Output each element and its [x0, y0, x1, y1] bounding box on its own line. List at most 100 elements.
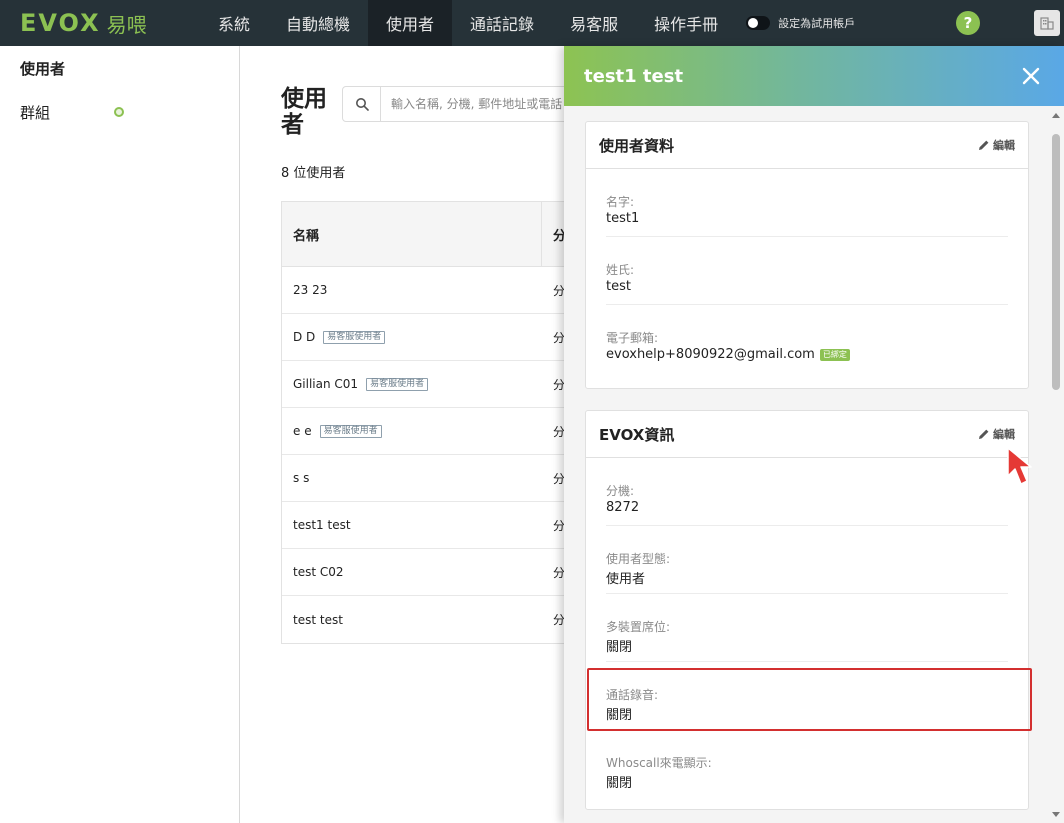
field-value-text: test	[606, 279, 631, 294]
table-row[interactable]: test1 test 分	[282, 502, 580, 549]
panel-body: 使用者資料 編輯 名字: test1 姓氏: test 電子郵箱: evoxhe…	[564, 106, 1048, 823]
field-user-type: 使用者型態: 使用者	[606, 526, 1008, 594]
field-label: 名字:	[606, 195, 635, 209]
field-value-text: 關閉	[606, 776, 633, 791]
pencil-icon	[979, 140, 989, 150]
column-header-name[interactable]: 名稱	[282, 202, 542, 266]
cs-user-badge: 易客服使用者	[366, 377, 429, 391]
table-row[interactable]: D D 易客服使用者 分	[282, 314, 580, 361]
field-extension: 分機: 8272	[606, 458, 1008, 526]
scroll-down-arrow-icon[interactable]	[1052, 812, 1060, 817]
row-extension: 分	[553, 330, 566, 345]
nav-item-call-records[interactable]: 通話記錄	[452, 0, 552, 46]
field-value-text: 關閉	[606, 640, 633, 655]
user-count: 8 位使用者	[281, 166, 346, 181]
row-extension: 分	[553, 471, 566, 486]
top-nav-bar: EVOX 易喂 系統 自動總機 使用者 通話記錄 易客服 操作手冊 設定為試用帳…	[0, 0, 1064, 46]
evox-info-title: EVOX資訊	[599, 425, 675, 444]
field-value-text: 8272	[606, 500, 640, 515]
search-icon-glyph	[355, 98, 369, 111]
field-last-name: 姓氏: test	[606, 237, 1008, 305]
mouse-pointer-icon	[1007, 447, 1032, 485]
question-circle-icon[interactable]: ?	[956, 11, 980, 35]
field-value: test1	[606, 211, 639, 226]
field-label: 多裝置席位:	[606, 620, 671, 634]
nav-item-system[interactable]: 系統	[200, 0, 268, 46]
row-name: e e 易客服使用者	[282, 408, 542, 454]
status-dot-icon	[114, 107, 124, 117]
field-label: Whoscall來電顯示:	[606, 756, 712, 770]
panel-scrollbar[interactable]	[1048, 106, 1064, 823]
row-name: test test	[282, 596, 542, 643]
scroll-up-arrow-icon[interactable]	[1052, 113, 1060, 118]
table-row[interactable]: e e 易客服使用者 分	[282, 408, 580, 455]
field-value-text: test1	[606, 211, 640, 226]
evox-info-card: EVOX資訊 編輯 分機: 8272 使用者型態: 使用者 多裝置席位: 關閉	[585, 410, 1029, 810]
table-header: 名稱 分	[282, 202, 580, 267]
page-title: 使用者	[281, 86, 327, 138]
field-value: test	[606, 279, 631, 294]
help-icon-glyph: ?	[963, 14, 973, 32]
row-extension: 分	[553, 424, 566, 439]
row-name-text: s s	[293, 471, 310, 485]
trial-account-toggle[interactable]	[746, 16, 771, 30]
table-row[interactable]: Gillian C01 易客服使用者 分	[282, 361, 580, 408]
field-value-text: evoxhelp+8090922@gmail.com	[606, 347, 815, 362]
close-icon[interactable]	[1020, 65, 1042, 87]
nav-item-auto-attendant[interactable]: 自動總機	[268, 0, 368, 46]
user-detail-panel: test1 test 使用者資料 編輯 名字: test1 姓氏: test 電…	[564, 46, 1064, 823]
row-name-text: 23 23	[293, 283, 328, 297]
row-name: s s	[282, 455, 542, 501]
logo-text: EVOX	[20, 9, 101, 37]
call-recording-highlight	[587, 668, 1032, 731]
field-value-text: 使用者	[606, 572, 646, 587]
column-header-extension[interactable]: 分	[542, 202, 566, 266]
building-icon[interactable]	[1034, 10, 1060, 36]
field-value: 關閉	[606, 636, 632, 655]
row-name: 23 23	[282, 267, 542, 313]
row-extension: 分	[553, 565, 566, 580]
user-info-edit-button[interactable]: 編輯	[978, 137, 1015, 153]
panel-title: test1 test	[584, 65, 684, 87]
evox-info-card-header: EVOX資訊 編輯	[586, 411, 1028, 458]
row-extension: 分	[553, 377, 566, 392]
evox-info-edit-button[interactable]: 編輯	[978, 426, 1015, 442]
search-icon[interactable]	[343, 87, 381, 121]
scroll-thumb[interactable]	[1052, 134, 1060, 390]
pencil-icon	[979, 429, 989, 439]
field-first-name: 名字: test1	[606, 169, 1008, 237]
table-row[interactable]: test C02 分	[282, 549, 580, 596]
row-name: test C02	[282, 549, 542, 595]
row-extension: 分	[553, 613, 566, 627]
row-name: D D 易客服使用者	[282, 314, 542, 360]
trial-account-toggle-group: 設定為試用帳戶	[746, 15, 855, 31]
sidebar-item-groups[interactable]: 群組	[0, 90, 239, 134]
building-icon-glyph	[1040, 17, 1054, 30]
user-info-card: 使用者資料 編輯 名字: test1 姓氏: test 電子郵箱: evoxhe…	[585, 121, 1029, 389]
nav-item-manual[interactable]: 操作手冊	[636, 0, 736, 46]
field-value: 使用者	[606, 568, 645, 587]
row-name-text: test C02	[293, 565, 344, 579]
verified-badge: 已綁定	[819, 348, 850, 361]
sidebar-item-label: 使用者	[20, 59, 66, 78]
row-name-text: D D	[293, 330, 316, 344]
left-sidebar: 使用者 群組	[0, 46, 240, 823]
sidebar-item-users[interactable]: 使用者	[0, 46, 239, 90]
field-label: 分機:	[606, 484, 635, 498]
row-name-text: Gillian C01	[293, 377, 359, 391]
row-name-text: test test	[293, 612, 343, 627]
field-whoscall: Whoscall來電顯示: 關閉	[606, 730, 1008, 798]
field-multi-device-seat: 多裝置席位: 關閉	[606, 594, 1008, 662]
table-row[interactable]: test test 分	[282, 596, 580, 643]
evox-logo[interactable]: EVOX 易喂	[0, 0, 200, 46]
table-row[interactable]: 23 23 分	[282, 267, 580, 314]
nav-item-users[interactable]: 使用者	[368, 0, 453, 46]
field-value: 8272	[606, 500, 639, 515]
edit-label: 編輯	[993, 139, 1015, 152]
row-extension: 分	[553, 283, 566, 298]
row-name-text: test1 test	[293, 518, 351, 532]
field-label: 姓氏:	[606, 263, 635, 277]
nav-item-customer-service[interactable]: 易客服	[552, 0, 636, 46]
sidebar-item-label: 群組	[20, 103, 51, 122]
table-row[interactable]: s s 分	[282, 455, 580, 502]
